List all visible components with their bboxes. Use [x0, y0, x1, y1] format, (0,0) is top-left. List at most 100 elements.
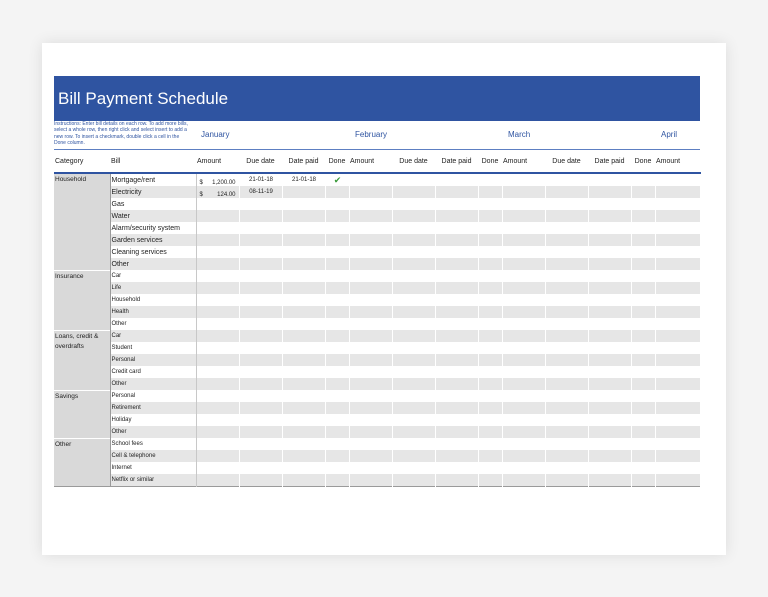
due-date-cell[interactable]: 21-01-18 — [239, 173, 283, 186]
due-date-cell[interactable] — [545, 234, 589, 246]
amount-cell[interactable] — [502, 198, 546, 210]
due-date-cell[interactable] — [545, 186, 589, 198]
amount-cell[interactable] — [655, 210, 701, 222]
due-date-cell[interactable] — [545, 258, 589, 270]
due-date-cell[interactable] — [392, 402, 436, 414]
amount-cell[interactable] — [349, 390, 393, 402]
date-paid-cell[interactable] — [588, 198, 632, 210]
done-cell[interactable] — [631, 450, 656, 462]
due-date-cell[interactable] — [392, 390, 436, 402]
due-date-cell[interactable] — [392, 378, 436, 390]
done-cell[interactable]: ✔ — [325, 173, 350, 186]
done-cell[interactable] — [478, 330, 503, 342]
amount-cell[interactable] — [195, 438, 240, 450]
bill-name-cell[interactable]: Car — [110, 270, 197, 282]
amount-cell[interactable] — [195, 222, 240, 234]
done-cell[interactable] — [631, 210, 656, 222]
amount-cell[interactable] — [655, 222, 701, 234]
amount-cell[interactable] — [502, 246, 546, 258]
amount-cell[interactable] — [655, 474, 701, 487]
date-paid-cell[interactable] — [282, 474, 326, 487]
date-paid-cell[interactable] — [588, 390, 632, 402]
date-paid-cell[interactable] — [588, 426, 632, 438]
amount-cell[interactable] — [655, 366, 701, 378]
amount-cell[interactable] — [655, 318, 701, 330]
date-paid-cell[interactable] — [282, 450, 326, 462]
amount-cell[interactable] — [655, 198, 701, 210]
amount-cell[interactable] — [195, 258, 240, 270]
amount-cell[interactable] — [655, 186, 701, 198]
due-date-cell[interactable] — [239, 234, 283, 246]
amount-cell[interactable] — [195, 414, 240, 426]
due-date-cell[interactable] — [392, 438, 436, 450]
due-date-cell[interactable] — [545, 173, 589, 186]
bill-name-cell[interactable]: Gas — [110, 198, 197, 210]
bill-name-cell[interactable]: Electricity — [110, 186, 197, 198]
amount-cell[interactable] — [349, 222, 393, 234]
amount-cell[interactable] — [195, 234, 240, 246]
amount-cell[interactable] — [349, 234, 393, 246]
done-cell[interactable] — [478, 474, 503, 487]
done-cell[interactable] — [631, 306, 656, 318]
date-paid-cell[interactable] — [435, 306, 479, 318]
due-date-cell[interactable] — [392, 173, 436, 186]
amount-cell[interactable] — [655, 173, 701, 186]
bill-name-cell[interactable]: Alarm/security system — [110, 222, 197, 234]
amount-cell[interactable] — [655, 282, 701, 294]
date-paid-cell[interactable] — [435, 438, 479, 450]
amount-cell[interactable] — [195, 282, 240, 294]
due-date-cell[interactable] — [392, 474, 436, 487]
date-paid-cell[interactable] — [435, 390, 479, 402]
due-date-cell[interactable] — [392, 282, 436, 294]
bill-name-cell[interactable]: Internet — [110, 462, 197, 474]
due-date-cell[interactable] — [392, 330, 436, 342]
done-cell[interactable] — [478, 270, 503, 282]
due-date-cell[interactable] — [239, 450, 283, 462]
amount-cell[interactable] — [502, 354, 546, 366]
due-date-cell[interactable] — [545, 222, 589, 234]
date-paid-cell[interactable] — [282, 318, 326, 330]
amount-cell[interactable] — [502, 366, 546, 378]
amount-cell[interactable] — [502, 210, 546, 222]
date-paid-cell[interactable] — [588, 438, 632, 450]
amount-cell[interactable] — [502, 318, 546, 330]
date-paid-cell[interactable] — [588, 450, 632, 462]
date-paid-cell[interactable] — [282, 294, 326, 306]
amount-cell[interactable] — [349, 294, 393, 306]
done-cell[interactable] — [325, 234, 350, 246]
due-date-cell[interactable] — [545, 306, 589, 318]
amount-cell[interactable] — [655, 342, 701, 354]
amount-cell[interactable] — [502, 426, 546, 438]
date-paid-cell[interactable] — [282, 390, 326, 402]
amount-cell[interactable] — [195, 198, 240, 210]
due-date-cell[interactable] — [392, 234, 436, 246]
date-paid-cell[interactable] — [588, 282, 632, 294]
done-cell[interactable] — [325, 354, 350, 366]
date-paid-cell[interactable] — [282, 426, 326, 438]
amount-cell[interactable] — [195, 246, 240, 258]
due-date-cell[interactable] — [239, 282, 283, 294]
date-paid-cell[interactable] — [435, 210, 479, 222]
date-paid-cell[interactable] — [282, 414, 326, 426]
done-cell[interactable] — [631, 474, 656, 487]
amount-cell[interactable] — [502, 294, 546, 306]
due-date-cell[interactable] — [545, 342, 589, 354]
amount-cell[interactable] — [349, 306, 393, 318]
date-paid-cell[interactable] — [435, 378, 479, 390]
amount-cell[interactable] — [349, 258, 393, 270]
due-date-cell[interactable] — [392, 210, 436, 222]
done-cell[interactable] — [478, 450, 503, 462]
done-cell[interactable] — [478, 426, 503, 438]
amount-cell[interactable] — [349, 426, 393, 438]
date-paid-cell[interactable] — [435, 450, 479, 462]
due-date-cell[interactable] — [545, 438, 589, 450]
due-date-cell[interactable] — [239, 474, 283, 487]
bill-name-cell[interactable]: Holiday — [110, 414, 197, 426]
amount-cell[interactable] — [655, 414, 701, 426]
bill-name-cell[interactable]: Cleaning services — [110, 246, 197, 258]
bill-name-cell[interactable]: Other — [110, 318, 197, 330]
done-cell[interactable] — [325, 282, 350, 294]
date-paid-cell[interactable] — [588, 462, 632, 474]
date-paid-cell[interactable] — [435, 222, 479, 234]
due-date-cell[interactable] — [239, 354, 283, 366]
